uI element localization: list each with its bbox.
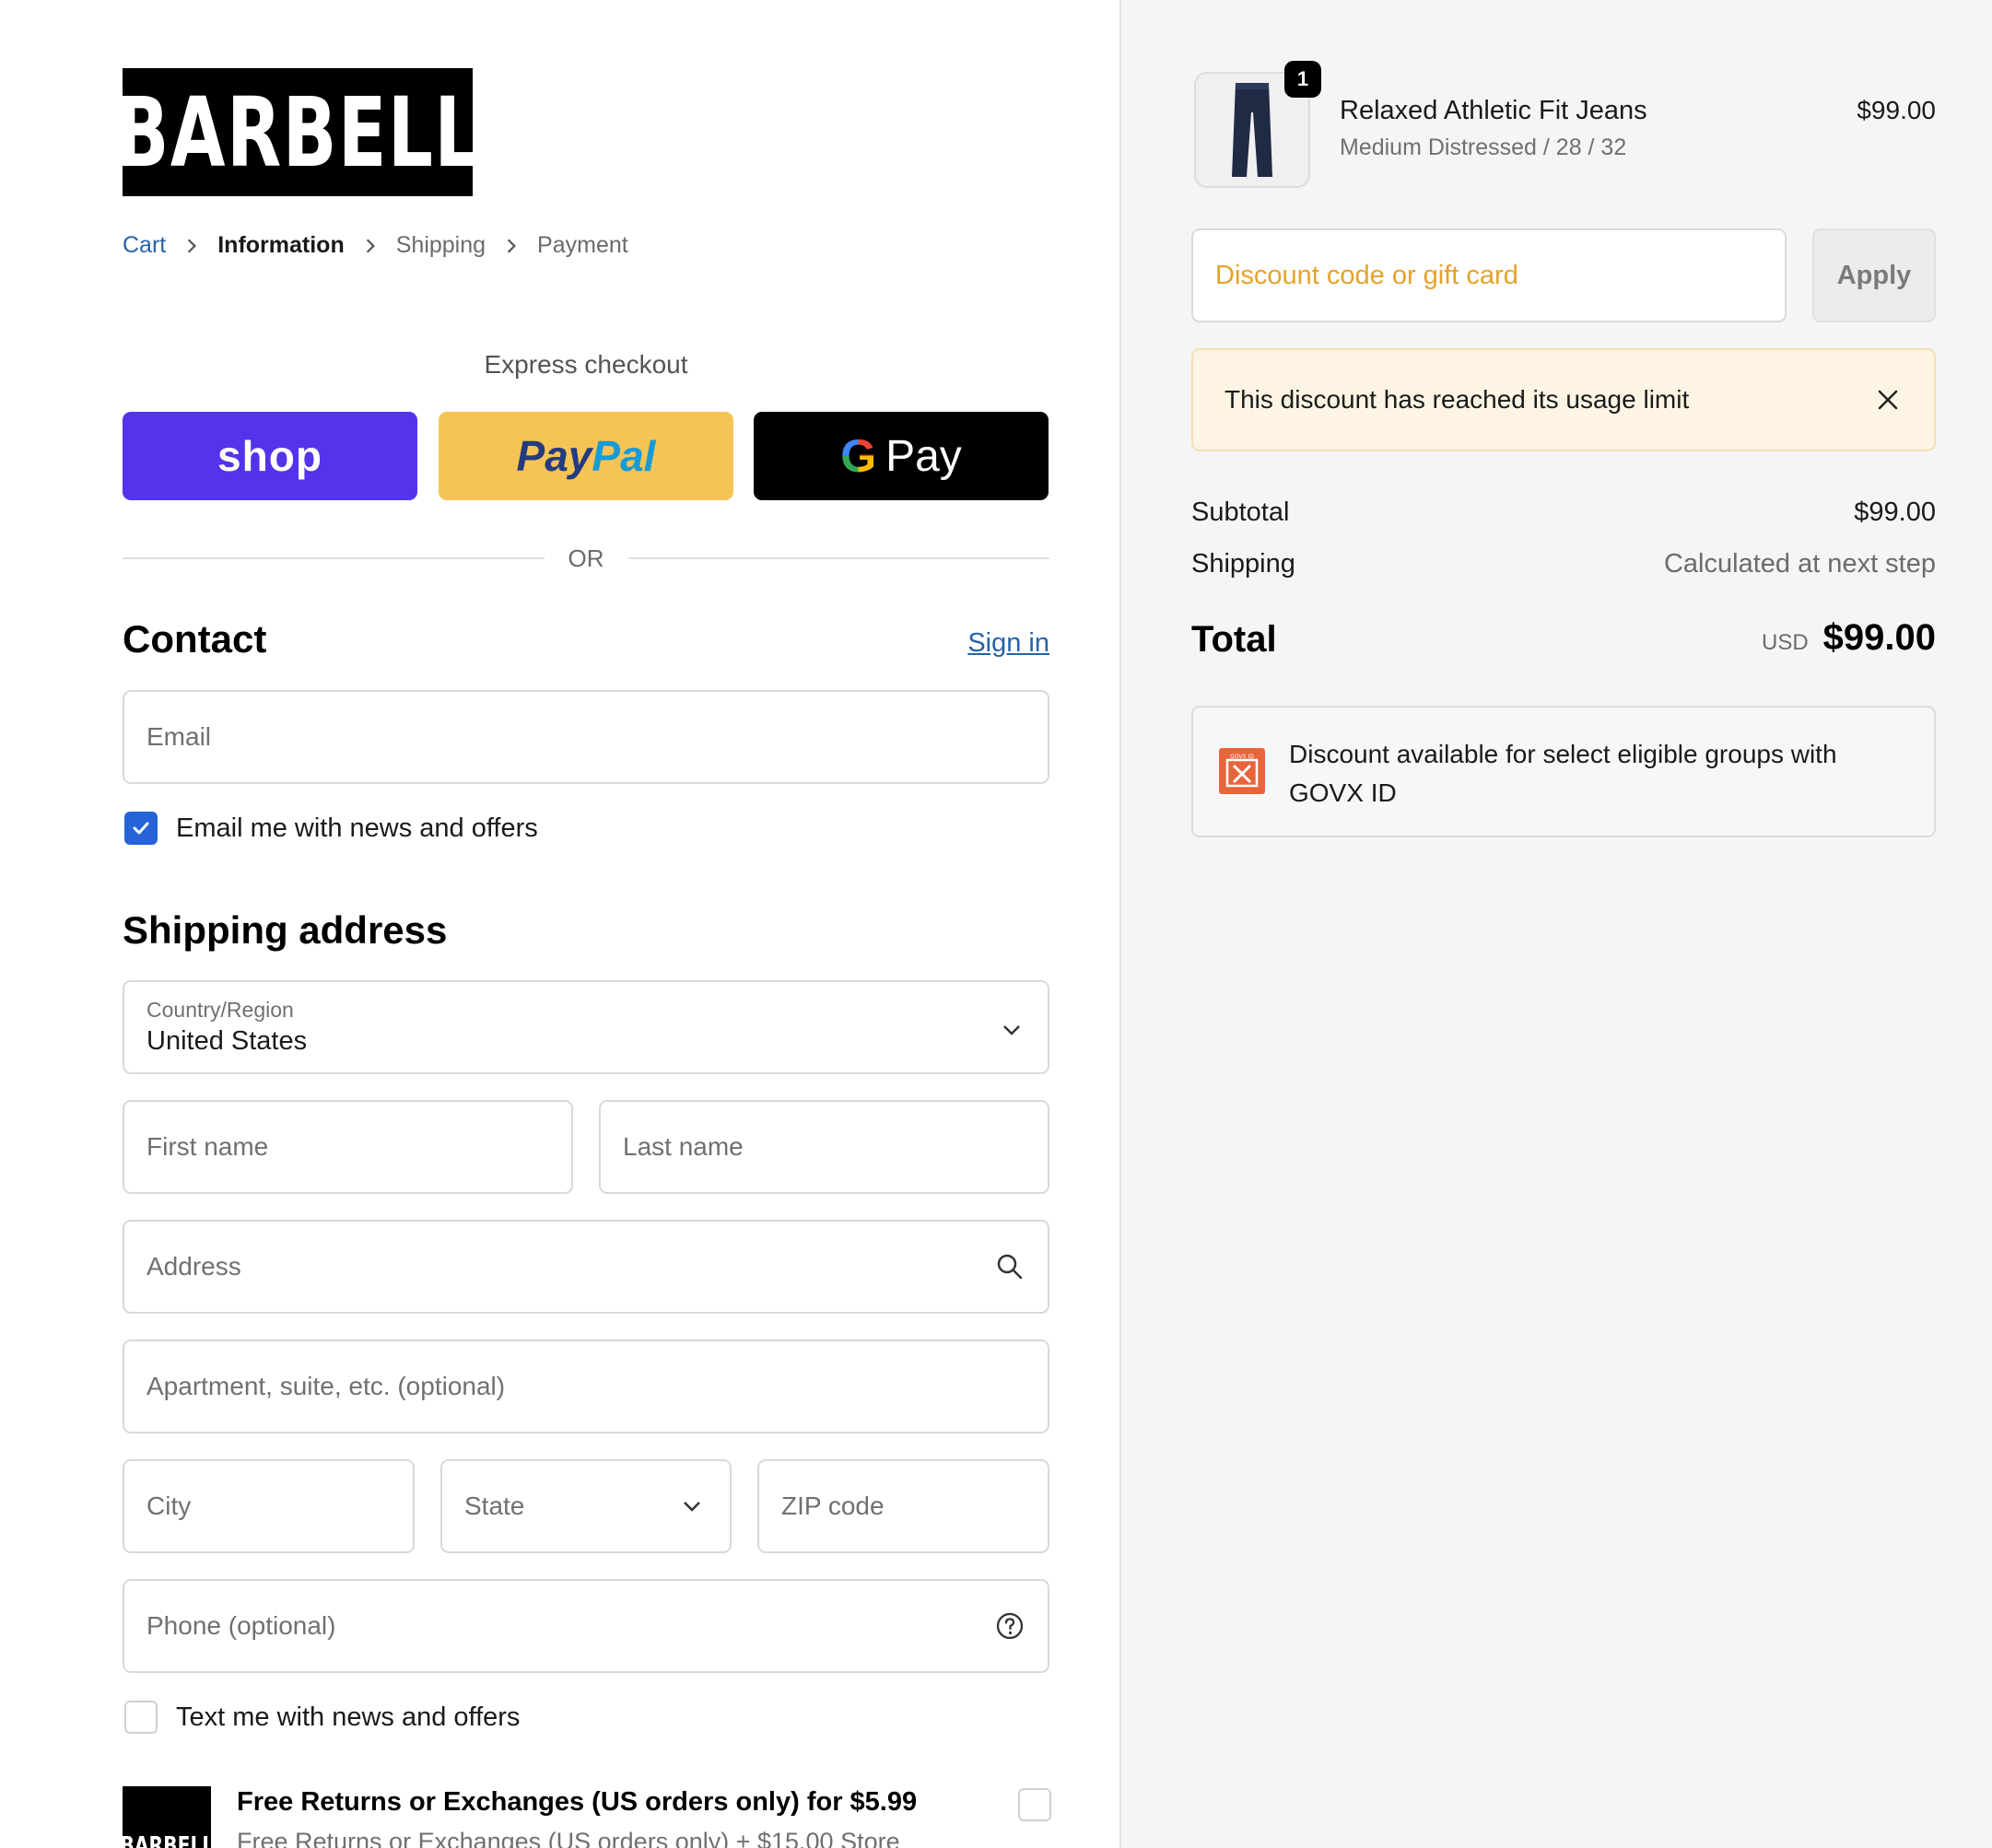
- chevron-right-icon: [166, 232, 217, 259]
- phone-field[interactable]: Phone (optional): [123, 1579, 1049, 1673]
- close-icon[interactable]: [1873, 385, 1903, 415]
- or-text: OR: [568, 544, 604, 572]
- quantity-badge: 1: [1284, 61, 1321, 98]
- search-icon[interactable]: [994, 1251, 1025, 1282]
- email-field[interactable]: Email: [123, 690, 1049, 784]
- alert-message: This discount has reached its usage limi…: [1224, 385, 1690, 414]
- city-field[interactable]: City: [123, 1459, 415, 1553]
- divider-line: [627, 557, 1049, 559]
- shipping-label: Shipping: [1191, 549, 1295, 579]
- first-name-placeholder: First name: [146, 1132, 269, 1161]
- govx-mark: GOVX ID: [1225, 754, 1259, 788]
- breadcrumb-payment: Payment: [537, 231, 628, 258]
- help-icon[interactable]: [994, 1610, 1025, 1642]
- brand-logo-text: BARBELL: [114, 76, 481, 189]
- zip-field[interactable]: ZIP code: [757, 1459, 1049, 1553]
- apartment-placeholder: Apartment, suite, etc. (optional): [146, 1372, 506, 1400]
- sign-in-link[interactable]: Sign in: [967, 628, 1049, 659]
- state-select[interactable]: State: [440, 1459, 732, 1553]
- country-select[interactable]: Country/Region United States: [123, 980, 1049, 1074]
- checkmark-icon: [133, 822, 149, 835]
- last-name-placeholder: Last name: [623, 1132, 744, 1161]
- product-price: $99.00: [1857, 96, 1936, 124]
- email-news-checkbox[interactable]: [124, 812, 158, 845]
- govx-discount-banner[interactable]: GOVX ID Discount available for select el…: [1191, 706, 1936, 837]
- email-placeholder: Email: [146, 722, 212, 751]
- text-news-label: Text me with news and offers: [176, 1702, 521, 1732]
- checkout-main: BARBELL Cart Information Shipping Paymen…: [0, 0, 1119, 1848]
- email-news-option[interactable]: Email me with news and offers: [124, 812, 538, 845]
- last-name-field[interactable]: Last name: [599, 1100, 1049, 1194]
- brand-logo[interactable]: BARBELL: [114, 68, 479, 196]
- divider-line: [123, 557, 545, 559]
- discount-code-input[interactable]: Discount code or gift card: [1191, 228, 1787, 322]
- zip-placeholder: ZIP code: [781, 1491, 885, 1520]
- jeans-image: [1232, 83, 1272, 177]
- address-field[interactable]: Address: [123, 1220, 1049, 1314]
- state-placeholder: State: [464, 1491, 525, 1520]
- subtotal-label: Subtotal: [1191, 497, 1290, 527]
- discount-placeholder: Discount code or gift card: [1215, 260, 1518, 290]
- govx-icon-text: GOVX ID: [1230, 754, 1254, 760]
- google-pay-label: Pay: [885, 431, 962, 481]
- city-placeholder: City: [146, 1491, 192, 1520]
- returns-offer-subtitle: Free Returns or Exchanges (US orders onl…: [237, 1828, 900, 1848]
- breadcrumb-information: Information: [217, 231, 345, 258]
- apply-button[interactable]: Apply: [1812, 228, 1936, 322]
- breadcrumb: Cart Information Shipping Payment: [123, 228, 628, 262]
- shop-pay-label: shop: [217, 432, 322, 480]
- address-placeholder: Address: [146, 1252, 241, 1281]
- country-label: Country/Region: [146, 998, 294, 1022]
- google-g-icon: G: [840, 430, 877, 482]
- breadcrumb-shipping: Shipping: [395, 231, 486, 258]
- product-variant: Medium Distressed / 28 / 32: [1340, 135, 1627, 160]
- paypal-button[interactable]: Pay Pal: [439, 412, 733, 500]
- govx-text: Discount available for select eligible g…: [1289, 740, 1837, 807]
- paypal-label-pal: Pal: [592, 432, 656, 480]
- breadcrumb-cart[interactable]: Cart: [123, 232, 166, 259]
- returns-offer-checkbox[interactable]: [1018, 1788, 1051, 1821]
- country-value: United States: [146, 1026, 308, 1056]
- discount-alert: This discount has reached its usage limi…: [1191, 348, 1936, 451]
- govx-id-icon: GOVX ID: [1219, 748, 1265, 794]
- first-name-field[interactable]: First name: [123, 1100, 573, 1194]
- express-checkout-title: Express checkout: [484, 350, 688, 379]
- text-news-option[interactable]: Text me with news and offers: [124, 1701, 520, 1734]
- email-news-label: Email me with news and offers: [176, 813, 538, 843]
- returns-offer-title: Free Returns or Exchanges (US orders onl…: [237, 1787, 918, 1817]
- google-pay-button[interactable]: G Pay: [754, 412, 1049, 500]
- text-news-checkbox[interactable]: [124, 1701, 158, 1734]
- shop-pay-button[interactable]: shop: [123, 412, 417, 500]
- shipping-value: Calculated at next step: [1663, 549, 1936, 579]
- chevron-right-icon: [345, 232, 396, 259]
- shipping-address-title: Shipping address: [123, 908, 448, 952]
- apartment-field[interactable]: Apartment, suite, etc. (optional): [123, 1339, 1049, 1433]
- returns-offer-logo: BARBELL: [120, 1786, 214, 1848]
- chevron-right-icon: [486, 232, 537, 259]
- contact-title: Contact: [123, 617, 267, 661]
- or-divider: OR: [123, 542, 1049, 575]
- phone-placeholder: Phone (optional): [146, 1611, 336, 1640]
- total-amount: $99.00: [1822, 617, 1936, 658]
- total-value: USD $99.00: [1762, 617, 1936, 659]
- returns-offer-logo-text: BARBELL: [120, 1832, 214, 1848]
- paypal-label-pay: Pay: [516, 432, 592, 480]
- subtotal-value: $99.00: [1854, 497, 1936, 527]
- chevron-down-icon: [1002, 1013, 1022, 1043]
- product-name: Relaxed Athletic Fit Jeans: [1340, 96, 1647, 125]
- chevron-down-icon: [676, 1491, 708, 1522]
- total-currency: USD: [1761, 630, 1809, 655]
- total-label: Total: [1191, 619, 1277, 660]
